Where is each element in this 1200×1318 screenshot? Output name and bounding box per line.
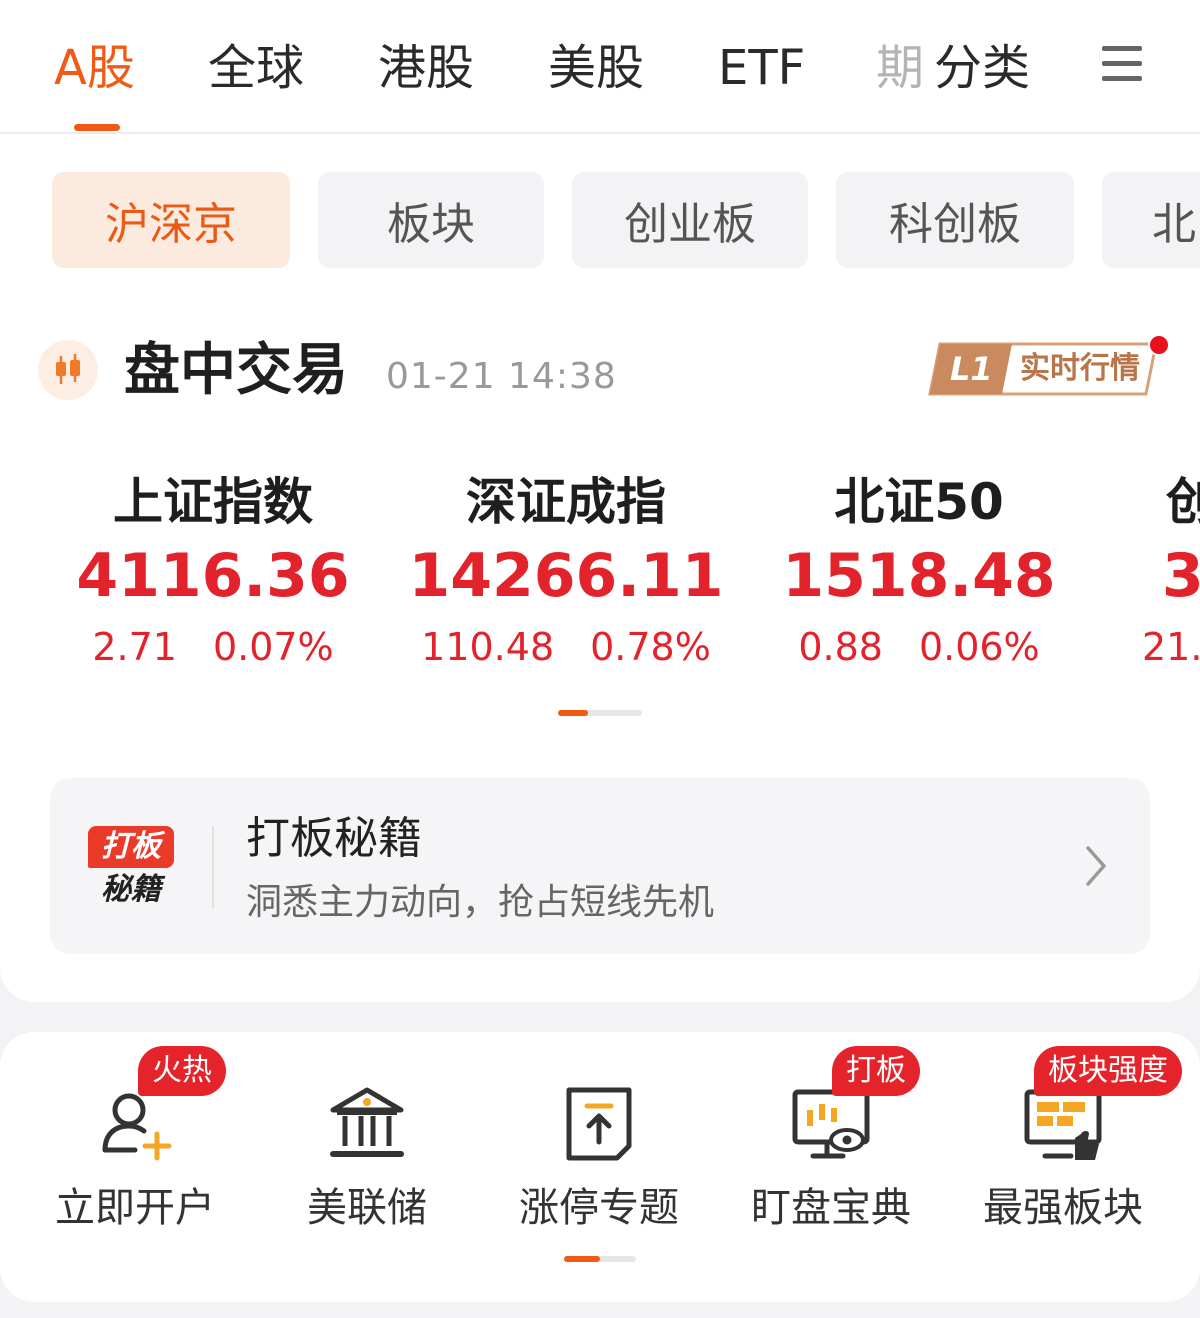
- change-amount: 110.48: [421, 625, 555, 669]
- promo-logo-icon: 打板 秘籍: [88, 826, 174, 910]
- board-badge: 打板: [832, 1046, 920, 1096]
- index-change: 110.48 0.78%: [406, 622, 726, 672]
- promo-banner[interactable]: 打板 秘籍 打板秘籍 洞悉主力动向，抢占短线先机: [50, 778, 1150, 954]
- chevron-right-icon: [1084, 844, 1110, 888]
- change-amount: 2.71: [92, 625, 177, 669]
- tab-global[interactable]: 全球: [208, 38, 304, 98]
- change-percent: 0.06%: [918, 625, 1040, 669]
- chip-beijing[interactable]: 北: [1102, 172, 1200, 268]
- active-tab-indicator: [74, 124, 120, 131]
- shortcut-pager: [564, 1256, 636, 1262]
- index-value: 14266.11: [408, 541, 724, 611]
- shortcut-label: 涨停专题: [519, 1185, 679, 1231]
- change-amount: 21.: [1142, 625, 1200, 669]
- chip-chinext[interactable]: 创业板: [572, 172, 808, 268]
- index-value: 3: [1162, 541, 1200, 611]
- shortcut-strongest-sector[interactable]: 板块强度 最强板块: [948, 1044, 1182, 1244]
- shortcut-limit-up[interactable]: 涨停专题: [484, 1044, 714, 1244]
- chip-sector[interactable]: 板块: [318, 172, 544, 268]
- tab-us-stocks[interactable]: 美股: [548, 38, 644, 98]
- index-name: 上证指数: [113, 473, 313, 531]
- candlestick-icon: [38, 340, 98, 400]
- index-change: 0.88 0.06%: [782, 622, 1056, 672]
- promo-subtitle: 洞悉主力动向，抢占短线先机: [246, 882, 715, 923]
- index-value: 1518.48: [782, 541, 1056, 611]
- tab-etf[interactable]: ETF: [718, 38, 805, 98]
- session-title: 盘中交易: [124, 338, 348, 403]
- index-value: 4116.36: [76, 541, 350, 611]
- promo-logo-bottom: 秘籍: [101, 872, 161, 907]
- index-name: 深证成指: [466, 473, 666, 531]
- bank-icon: [327, 1084, 407, 1164]
- change-percent: 0.07%: [212, 625, 334, 669]
- limit-up-icon: [559, 1084, 639, 1164]
- menu-icon[interactable]: [1102, 46, 1142, 86]
- promo-divider: [212, 826, 214, 908]
- index-pager: [558, 710, 642, 716]
- notification-dot: [1148, 334, 1170, 356]
- tab-futures[interactable]: 期: [876, 38, 924, 98]
- hot-badge: 火热: [138, 1046, 226, 1096]
- index-card-partial[interactable]: 创 3 21.: [1142, 470, 1200, 672]
- index-card-shanghai[interactable]: 上证指数 4116.36 2.71 0.07%: [76, 470, 350, 672]
- tab-category[interactable]: 分类: [934, 38, 1030, 98]
- top-tab-bar: A股 全球 港股 美股 ETF 期 分类: [0, 0, 1200, 134]
- badge-text: 实时行情: [1020, 351, 1140, 386]
- monitor-watch-icon: [791, 1084, 871, 1164]
- index-card-shenzhen[interactable]: 深证成指 14266.11 110.48 0.78%: [406, 470, 726, 672]
- sector-thumbs-up-icon: [1023, 1084, 1103, 1164]
- shortcut-fed[interactable]: 美联储: [252, 1044, 482, 1244]
- shortcut-label: 立即开户: [55, 1185, 215, 1231]
- sector-strength-badge: 板块强度: [1034, 1046, 1182, 1096]
- chip-star-market[interactable]: 科创板: [836, 172, 1074, 268]
- change-amount: 0.88: [798, 625, 883, 669]
- shortcut-watch-guide[interactable]: 打板 盯盘宝典: [716, 1044, 946, 1244]
- add-user-icon: [95, 1084, 175, 1164]
- chip-hushenjing[interactable]: 沪深京: [52, 172, 290, 268]
- shortcut-label: 美联储: [307, 1185, 427, 1231]
- index-change: 2.71 0.07%: [76, 622, 350, 672]
- badge-level: L1: [950, 350, 993, 388]
- shortcut-label: 盯盘宝典: [751, 1185, 911, 1231]
- session-time: 01-21 14:38: [386, 356, 617, 397]
- realtime-quote-badge[interactable]: L1 实时行情: [928, 340, 1164, 398]
- promo-logo-top: 打板: [88, 826, 174, 868]
- index-name: 北证50: [834, 473, 1004, 531]
- tab-hk-stocks[interactable]: 港股: [378, 38, 474, 98]
- shortcut-open-account[interactable]: 火热 立即开户: [20, 1044, 250, 1244]
- index-card-bse50[interactable]: 北证50 1518.48 0.88 0.06%: [782, 470, 1056, 672]
- index-name: 创: [1166, 473, 1200, 531]
- shortcut-label: 最强板块: [983, 1185, 1143, 1231]
- tab-a-shares[interactable]: A股: [54, 38, 135, 98]
- promo-title: 打板秘籍: [246, 813, 422, 864]
- change-percent: 0.78%: [590, 625, 711, 669]
- index-change: 21.: [1142, 622, 1200, 672]
